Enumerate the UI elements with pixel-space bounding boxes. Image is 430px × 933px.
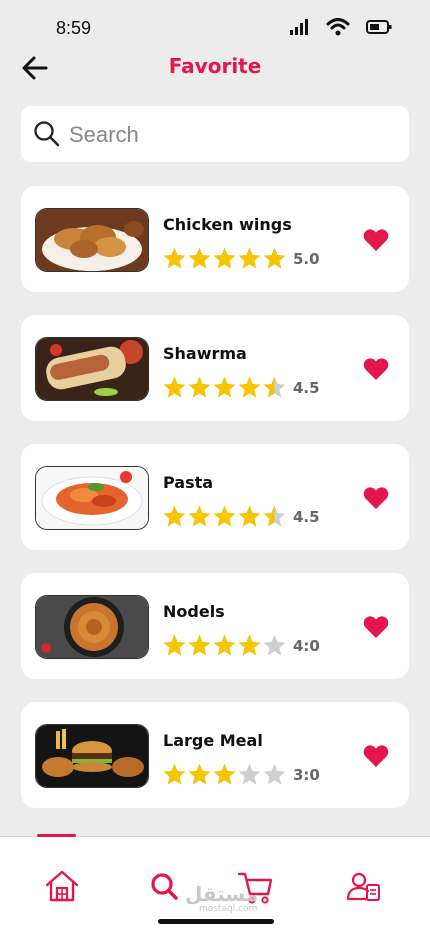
watermark-latin: mostaql.com [199,904,258,914]
star-full-icon [238,376,261,398]
page-title: Favorite [168,54,262,78]
rating-value: 3:0 [293,765,320,784]
stars [162,246,287,271]
star-full-icon [213,634,236,656]
food-name: Nodels [163,602,225,621]
nav-search-icon[interactable] [145,867,185,907]
star-rating: 5.0 [162,246,320,271]
nav-active-indicator [37,834,76,837]
star-rating: 4:0 [162,633,320,658]
star-full-icon [163,763,186,785]
star-full-icon [163,376,186,398]
food-image-nodels [35,595,149,659]
star-full-icon [188,505,211,527]
home-indicator [158,919,274,924]
food-name: Large Meal [163,731,263,750]
favorite-card[interactable]: Shawrma 4.5 [21,315,409,421]
star-full-icon [213,505,236,527]
star-empty-icon [263,634,286,656]
stars [162,375,287,400]
stars [162,633,287,658]
star-full-icon [188,247,211,269]
star-full-icon [263,247,286,269]
star-full-icon [188,763,211,785]
watermark: مستقل mostaql.com [185,884,258,914]
star-empty-icon [238,763,261,785]
food-name: Pasta [163,473,214,492]
stars [162,504,287,529]
favorite-card[interactable]: Nodels 4:0 [21,573,409,679]
favorite-card[interactable]: Pasta 4.5 [21,444,409,550]
food-image-chicken-wings [35,208,149,272]
star-rating: 4.5 [162,504,320,529]
home-icon[interactable] [42,867,82,907]
heart-icon[interactable] [363,357,389,381]
star-full-icon [213,763,236,785]
star-full-icon [188,376,211,398]
search-bar[interactable] [21,106,409,162]
heart-icon[interactable] [363,486,389,510]
search-icon [34,121,60,147]
wifi-icon [326,18,350,36]
food-name: Shawrma [163,344,247,363]
star-rating: 3:0 [162,762,320,787]
status-time: 8:59 [56,18,92,38]
star-full-icon [238,634,261,656]
favorite-card[interactable]: Chicken wings 5.0 [21,186,409,292]
stars [162,762,287,787]
watermark-arabic: مستقل [185,882,259,906]
star-full-icon [188,634,211,656]
status-icons [290,18,392,36]
header: Favorite [0,50,430,86]
food-image-large-meal [35,724,149,788]
rating-value: 4.5 [293,507,320,526]
heart-icon[interactable] [363,615,389,639]
food-image-shawrma [35,337,149,401]
rating-value: 4:0 [293,636,320,655]
star-full-icon [163,247,186,269]
heart-icon[interactable] [363,744,389,768]
signal-icon [290,19,308,35]
rating-value: 4.5 [293,378,320,397]
food-name: Chicken wings [163,215,292,234]
status-bar: 8:59 [0,0,430,56]
food-image-pasta [35,466,149,530]
battery-icon [366,20,392,34]
star-half-icon [263,376,286,398]
star-empty-icon [263,763,286,785]
star-half-icon [263,505,286,527]
star-rating: 4.5 [162,375,320,400]
favorite-card[interactable]: Large Meal 3:0 [21,702,409,808]
rating-value: 5.0 [293,249,320,268]
star-full-icon [163,634,186,656]
star-full-icon [213,247,236,269]
search-input[interactable] [67,116,391,154]
star-full-icon [163,505,186,527]
star-full-icon [238,505,261,527]
star-full-icon [213,376,236,398]
star-full-icon [238,247,261,269]
profile-icon[interactable] [344,867,384,907]
heart-icon[interactable] [363,228,389,252]
